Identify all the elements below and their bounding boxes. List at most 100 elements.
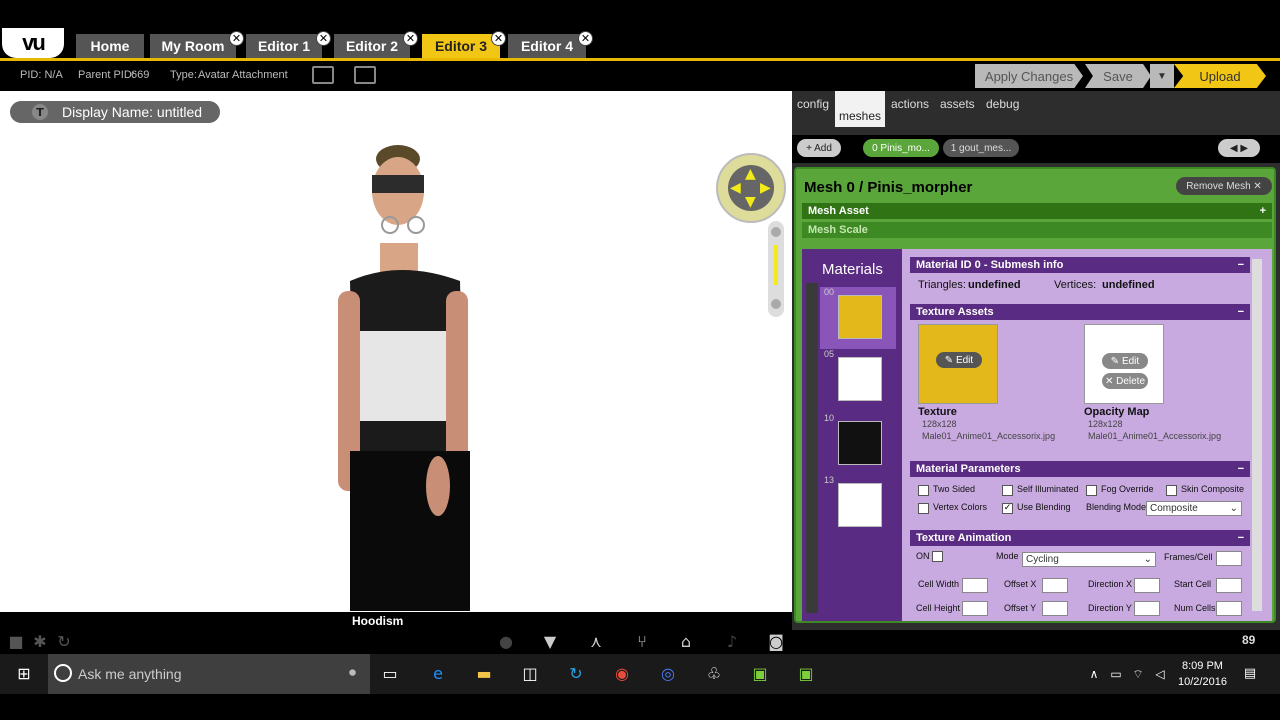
self-illuminated-checkbox[interactable] <box>1002 485 1013 496</box>
wifi-icon[interactable]: ⌔ <box>1128 664 1148 684</box>
system-clock[interactable]: 8:09 PM 10/2/2016 <box>1178 658 1227 690</box>
avatar-figure[interactable] <box>320 131 500 611</box>
remove-mesh-button[interactable]: Remove Mesh ✕ <box>1176 177 1272 195</box>
camtasia-recorder-icon[interactable]: ▣ <box>796 664 816 684</box>
tab-editor-3[interactable]: Editor 3 <box>422 34 500 58</box>
mesh-tab-0[interactable]: 0 Pinis_mo... <box>863 139 939 157</box>
blending-mode-select[interactable]: Composite ⌄ <box>1146 501 1242 516</box>
close-icon[interactable]: ✕ <box>491 31 506 46</box>
camera-icon[interactable]: ■ <box>6 632 26 652</box>
start-cell-input[interactable] <box>1216 578 1242 593</box>
save-button[interactable]: Save <box>1085 64 1151 88</box>
close-icon[interactable]: ✕ <box>403 31 418 46</box>
tab-my-room[interactable]: My Room <box>150 34 236 58</box>
edit-opacity-button[interactable]: ✎ Edit <box>1102 353 1148 369</box>
windows-start-icon[interactable]: ⊞ <box>14 664 34 684</box>
vertex-colors-checkbox[interactable] <box>918 503 929 514</box>
tab-meshes[interactable]: meshes <box>835 91 885 127</box>
collapse-icon[interactable]: − <box>1238 257 1244 273</box>
texture-animation-header[interactable]: Texture Animation − <box>910 530 1250 546</box>
frames-cell-input[interactable] <box>1216 551 1242 566</box>
cell-height-input[interactable] <box>962 601 988 616</box>
close-icon[interactable]: ✕ <box>578 31 593 46</box>
material-thumb-05[interactable] <box>838 357 882 401</box>
file-explorer-icon[interactable]: ▬ <box>474 664 494 684</box>
home-icon[interactable]: ⌂ <box>676 632 696 652</box>
direction-x-input[interactable] <box>1134 578 1160 593</box>
store-icon[interactable]: ◫ <box>520 664 540 684</box>
tab-debug[interactable]: debug <box>986 97 1019 111</box>
material-thumb-13[interactable] <box>838 483 882 527</box>
volume-icon[interactable]: ◁ <box>1150 664 1170 684</box>
anim-on-checkbox[interactable] <box>932 551 943 562</box>
fog-override-checkbox[interactable] <box>1086 485 1097 496</box>
collapse-icon[interactable]: − <box>1238 530 1244 546</box>
settings-icon[interactable]: ✱ <box>30 632 50 652</box>
direction-y-input[interactable] <box>1134 601 1160 616</box>
opacity-map-preview[interactable]: ✎ Edit ✕ Delete <box>1084 324 1164 404</box>
edge-icon[interactable]: e <box>428 664 448 684</box>
notification-icon[interactable]: ▤ <box>1240 664 1260 684</box>
offset-y-input[interactable] <box>1042 601 1068 616</box>
delete-opacity-button[interactable]: ✕ Delete <box>1102 373 1148 389</box>
material-thumb-00[interactable] <box>838 295 882 339</box>
battery-icon[interactable]: ▭ <box>1106 664 1126 684</box>
zoom-slider[interactable] <box>768 221 784 317</box>
shirt-icon[interactable]: ▼ <box>540 632 560 652</box>
offset-x-input[interactable] <box>1042 578 1068 593</box>
texture-assets-header[interactable]: Texture Assets − <box>910 304 1250 320</box>
tab-actions[interactable]: actions <box>891 97 929 111</box>
chevron-up-icon[interactable]: ∧ <box>1084 664 1104 684</box>
mesh-scroll-arrows[interactable]: ◀ ▶ <box>1218 139 1260 157</box>
3d-viewport[interactable]: T Display Name: untitled ▲ ▼ ◀ ▶ <box>0 91 792 612</box>
use-blending-checkbox[interactable]: ✓ <box>1002 503 1013 514</box>
mesh-asset-section[interactable]: Mesh Asset + <box>802 203 1272 219</box>
expand-icon[interactable]: + <box>1260 203 1266 219</box>
edit-texture-button[interactable]: ✎ Edit <box>936 352 982 368</box>
mesh-tab-1[interactable]: 1 gout_mes... <box>943 139 1019 157</box>
snapshot-icon[interactable]: ◙ <box>766 632 786 652</box>
camera-nav-widget[interactable]: ▲ ▼ ◀ ▶ <box>716 153 786 223</box>
cortana-search-box[interactable]: Ask me anything ⏺ <box>48 654 370 694</box>
tab-home[interactable]: Home <box>76 34 144 58</box>
scrollbar[interactable] <box>806 283 818 613</box>
tab-editor-4[interactable]: Editor 4 <box>508 34 586 58</box>
tab-editor-1[interactable]: Editor 1 <box>246 34 322 58</box>
task-view-icon[interactable]: ▭ <box>380 664 400 684</box>
num-cells-input[interactable] <box>1216 601 1242 616</box>
close-icon[interactable]: ✕ <box>316 31 331 46</box>
scrollbar[interactable] <box>1252 259 1262 611</box>
material-params-header[interactable]: Material Parameters − <box>910 461 1250 477</box>
cell-width-input[interactable] <box>962 578 988 593</box>
chrome-icon[interactable]: ◉ <box>612 664 632 684</box>
chevron-down-icon[interactable]: ▼ <box>1150 64 1174 88</box>
app-icon[interactable]: ◎ <box>658 664 678 684</box>
add-mesh-button[interactable]: + Add <box>797 139 841 157</box>
sync-app-icon[interactable]: ↻ <box>566 664 586 684</box>
skin-composite-checkbox[interactable] <box>1166 485 1177 496</box>
texture-preview[interactable]: ✎ Edit <box>918 324 998 404</box>
imvu-taskbar-icon[interactable]: ♧ <box>704 664 724 684</box>
material-thumb-10[interactable] <box>838 421 882 465</box>
camtasia-icon[interactable]: ▣ <box>750 664 770 684</box>
window-icon[interactable] <box>312 66 334 84</box>
upload-button[interactable]: Upload <box>1174 64 1266 88</box>
refresh-icon[interactable]: ↻ <box>54 632 74 652</box>
tab-assets[interactable]: assets <box>940 97 975 111</box>
apply-changes-button[interactable]: Apply Changes <box>975 64 1083 88</box>
tab-config[interactable]: config <box>797 97 829 111</box>
display-name-field[interactable]: T Display Name: untitled <box>10 101 220 123</box>
close-icon[interactable]: ✕ <box>229 31 244 46</box>
submesh-info-header[interactable]: Material ID 0 - Submesh info − <box>910 257 1250 273</box>
folder-icon[interactable] <box>354 66 376 84</box>
chat-icon[interactable]: ● <box>496 632 516 652</box>
two-sided-checkbox[interactable] <box>918 485 929 496</box>
microphone-icon[interactable]: ⏺ <box>349 664 356 681</box>
arrows-icon[interactable]: ▲ ▼ ◀ ▶ <box>728 165 774 211</box>
mesh-scale-section[interactable]: Mesh Scale <box>802 222 1272 238</box>
collapse-icon[interactable]: − <box>1238 461 1244 477</box>
anim-mode-select[interactable]: Cycling ⌄ <box>1022 552 1156 567</box>
collapse-icon[interactable]: − <box>1238 304 1244 320</box>
pose-icon[interactable]: ⋏ <box>586 632 606 652</box>
tab-editor-2[interactable]: Editor 2 <box>334 34 410 58</box>
